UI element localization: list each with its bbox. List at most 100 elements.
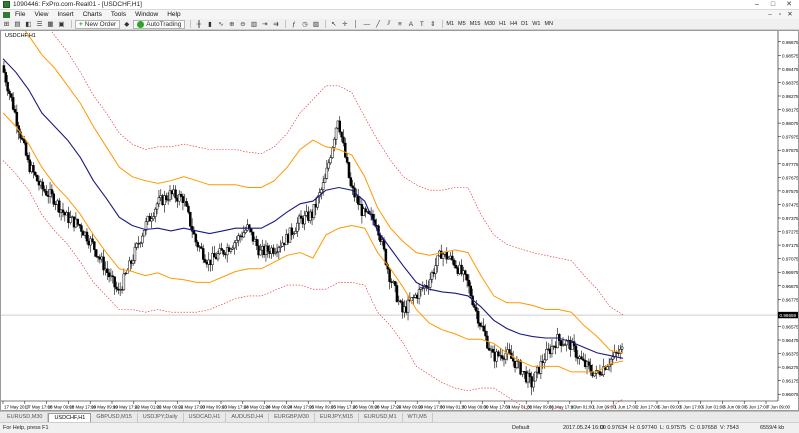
tab-eurusd-m30[interactable]: EURUSD,M30 [2,413,49,422]
tab-gbpusd-m15[interactable]: GBPUSD,M15 [91,413,138,422]
menu-tools[interactable]: Tools [111,11,126,18]
price-chart[interactable]: 0.98675 0.98575 0.98475 0.98375 0.98275 0.981… [1,31,798,410]
minimize-button[interactable]: – [749,0,765,9]
candle-body [22,139,26,144]
menu-help[interactable]: Help [167,11,180,18]
y-tick-label: 0.97375 [782,216,798,221]
candle-body [213,253,216,258]
candlestick-icon[interactable]: ▮ [205,20,214,29]
candle-body [91,238,94,243]
period-m1[interactable]: M1 [446,21,454,27]
tile-windows-icon[interactable]: ▥ [249,20,258,29]
mdi-close-button[interactable]: ✕ [785,10,795,19]
tab-audusd-h4[interactable]: AUDUSD,H4 [226,413,270,422]
candle-body [294,231,297,234]
tester-icon[interactable]: ▣ [57,20,66,29]
y-tick-label: 0.97875 [782,148,798,153]
mdi-restore-button[interactable]: ▫ [775,10,785,19]
candle-body [165,195,168,200]
horizontal-line-icon[interactable]: — [362,20,371,29]
templates-icon[interactable]: ▧ [311,20,320,29]
cursor-icon[interactable]: ↖ [329,20,338,29]
candle-body [356,195,360,205]
arrows-icon[interactable]: ⇕ [428,20,437,29]
tab-usdjpy-daily[interactable]: USDJPY,Daily [138,413,184,422]
toolbar-separator [325,20,327,28]
tab-usdchf-h1[interactable]: USDCHF,H1 [48,413,92,422]
candle-body [428,279,432,288]
market-watch-icon[interactable]: ◧ [24,20,33,29]
indicators-icon[interactable]: ƒ [289,20,298,29]
new-chart-icon[interactable]: ⊞ [2,20,11,29]
period-w1[interactable]: W1 [532,21,540,27]
chart-window-icon[interactable] [3,11,10,18]
period-d1[interactable]: D1 [521,21,528,27]
profiles-icon[interactable]: ▤ [13,20,22,29]
metaeditor-icon[interactable]: ◆ [122,20,131,29]
candle-body [351,185,354,189]
candle-body [511,358,515,362]
vertical-line-icon[interactable]: │ [351,20,360,29]
candle-body [329,157,332,164]
menu-view[interactable]: View [34,11,48,18]
new-order-button[interactable]: + New Order [75,19,121,29]
menu-file[interactable]: File [15,11,25,18]
text-icon[interactable]: A [406,20,415,29]
maximize-button[interactable]: □ [765,0,781,9]
mdi-minimize-button[interactable]: – [765,10,775,19]
close-button[interactable]: ✕ [781,0,797,9]
fibonacci-icon[interactable]: ≡ [395,20,404,29]
window-controls: – □ ✕ [749,0,797,9]
menu-charts[interactable]: Charts [83,11,102,18]
candle-body [345,157,349,163]
candle-body [131,260,135,264]
inner-upper-band [24,31,624,354]
candle-body [434,265,437,274]
candle-body [473,304,476,308]
chart-window[interactable]: 0.98675 0.98575 0.98475 0.98375 0.98275 0.981… [0,30,799,411]
tab-eurjpy-m15[interactable]: EURJPY,M15 [315,413,360,422]
zoom-out-icon[interactable]: ⊖ [238,20,247,29]
equidistant-channel-icon[interactable]: ⫽ [384,20,393,29]
menu-window[interactable]: Window [135,11,158,18]
candle-body [200,246,203,249]
candle-body [558,334,561,341]
autotrading-button[interactable]: AutoTrading [133,19,186,29]
candle-body [192,230,196,235]
period-m30[interactable]: M30 [484,21,495,27]
y-tick-label: 0.96975 [782,270,798,275]
period-h1[interactable]: H1 [499,21,506,27]
line-chart-icon[interactable]: ∿ [216,20,225,29]
periods-icon[interactable]: ◷ [300,20,309,29]
window-title: 1090446: FxPro.com-Real01 - [USDCHF,H1] [13,1,142,8]
candle-body [587,361,591,366]
toolbar-separator [190,20,192,28]
tab-eurusd-m1[interactable]: EURUSD,M1 [359,413,403,422]
candle-body [229,248,233,252]
text-label-icon[interactable]: T [417,20,426,29]
period-mn[interactable]: MN [544,21,553,27]
navigator-icon[interactable]: ☰ [35,20,44,29]
period-m15[interactable]: M15 [470,21,481,27]
x-tick-label: 6 Jun 17:00 [745,405,769,410]
candle-body [35,174,39,182]
chart-shift-icon[interactable]: ⇥ [260,20,269,29]
y-tick-label: 0.96175 [782,379,798,384]
tab-wti-m5[interactable]: WTI,M5 [403,413,433,422]
zoom-in-icon[interactable]: ⊕ [227,20,236,29]
crosshair-icon[interactable]: ✛ [340,20,349,29]
candle-body [13,109,17,113]
tab-usdcad-h1[interactable]: USDCAD,H1 [184,413,227,422]
trendline-icon[interactable]: ╱ [373,20,382,29]
candle-body [113,276,116,288]
candle-body [441,254,445,259]
period-m5[interactable]: M5 [458,21,466,27]
menu-insert[interactable]: Insert [57,11,73,18]
bar-chart-icon[interactable]: ╫ [194,20,203,29]
autoscroll-icon[interactable]: ⇉ [271,20,280,29]
tab-eurgbp-m30[interactable]: EURGBP,M30 [269,413,315,422]
y-tick-label: 0.98475 [782,67,798,72]
terminal-icon[interactable]: ▦ [46,20,55,29]
y-tick-label: 0.98575 [782,53,798,58]
period-h4[interactable]: H4 [510,21,517,27]
